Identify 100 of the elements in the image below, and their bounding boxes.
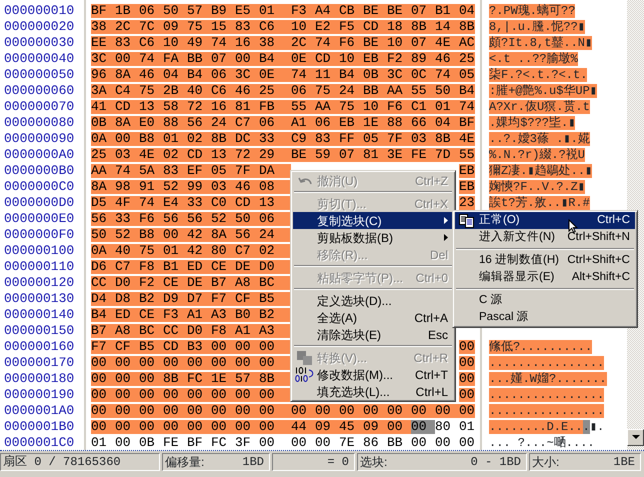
hex-byte: 8A xyxy=(115,116,139,130)
hex-byte: 81 xyxy=(235,100,259,114)
hex-byte: 00 xyxy=(139,356,163,370)
hex-byte: 58 xyxy=(163,100,187,114)
menu-item[interactable]: 定义选块(D)... xyxy=(293,292,453,309)
hex-byte: CF xyxy=(115,340,139,354)
hex-byte: B4 xyxy=(339,68,363,82)
hex-byte: 07 xyxy=(339,148,363,162)
hex-byte: 00 xyxy=(91,372,115,386)
hex-byte: 00 xyxy=(235,340,259,354)
menu-item[interactable]: 填充选块(L)... Ctrl+L xyxy=(293,383,453,400)
hex-byte: 55 xyxy=(459,148,475,162)
hex-byte: 00 xyxy=(363,404,387,418)
hex-byte: 74 xyxy=(459,100,475,114)
hex-byte: 7F xyxy=(235,164,259,178)
hex-byte: 24 xyxy=(259,228,291,242)
hex-byte: 00 xyxy=(235,388,259,402)
hex-byte: 8A xyxy=(211,228,235,242)
hex-byte: 00 xyxy=(459,388,475,402)
hex-byte: 40 xyxy=(187,84,211,98)
row-offset: 000000010 xyxy=(4,4,74,18)
menu-item[interactable]: 进入新文件(N) Ctrl+Shift+N xyxy=(455,229,635,246)
menu-item[interactable]: 全选(A) Ctrl+A xyxy=(293,309,453,326)
hex-byte: D0 xyxy=(115,276,139,290)
down-arrow-icon xyxy=(632,435,640,440)
hex-byte: 06 xyxy=(211,68,235,82)
hex-byte: 00 xyxy=(187,388,211,402)
hex-byte: E4 xyxy=(163,196,187,210)
row-offset: 0000000B0 xyxy=(4,164,74,178)
hex-byte: 06 xyxy=(259,116,291,130)
menu-item[interactable]: 复制选块(C) xyxy=(293,212,453,229)
hex-byte: 98 xyxy=(115,180,139,194)
row-offset: 000000040 xyxy=(4,52,74,66)
hex-byte: 00 xyxy=(387,420,411,434)
hex-byte: CC xyxy=(163,324,187,338)
binary-icon xyxy=(295,367,315,382)
hex-byte: BE xyxy=(363,4,387,18)
hex-byte: EB xyxy=(459,180,475,194)
hex-byte: 56 xyxy=(187,116,211,130)
scroll-down-button[interactable] xyxy=(627,429,644,446)
hex-byte: DE xyxy=(235,260,259,274)
row-offset: 0000000C0 xyxy=(4,180,74,194)
hex-byte: F2 xyxy=(387,52,411,66)
hex-byte: 7C xyxy=(139,20,163,34)
hex-byte: 0A xyxy=(91,244,115,258)
hex-byte: 10 xyxy=(363,100,387,114)
hex-byte: 00 xyxy=(459,404,475,418)
hex-byte: 13 xyxy=(211,148,235,162)
hex-byte: C6 xyxy=(211,84,235,98)
hex-byte: 83 xyxy=(163,164,187,178)
menu-item[interactable]: 清除选块(E) Esc xyxy=(293,326,453,343)
hex-byte: 07 xyxy=(411,36,435,50)
hex-byte: 75 xyxy=(139,244,163,258)
hex-byte: EE xyxy=(91,36,115,50)
hex-byte: 88 xyxy=(163,116,187,130)
hex-byte: EB xyxy=(339,116,363,130)
hex-byte: 00 xyxy=(315,436,332,450)
hex-byte: 02 xyxy=(259,244,291,258)
hex-byte: C4 xyxy=(115,84,139,98)
cursor-byte: 00 xyxy=(411,420,435,434)
menu-item[interactable]: 修改数据(M)... Ctrl+T xyxy=(293,366,453,383)
menu-item[interactable]: 16 进制数值(H) Ctrl+Shift+C xyxy=(455,252,635,269)
hex-byte: 00 xyxy=(115,388,139,402)
hex-byte: 00 xyxy=(163,404,187,418)
menu-item[interactable]: Pascal 源 xyxy=(455,309,635,326)
row-offset: 000000050 xyxy=(4,68,74,82)
hex-byte: F2 xyxy=(139,276,163,290)
hex-byte: 45 xyxy=(339,420,363,434)
menu-item[interactable]: 编辑器显示(E) Alt+Shift+C xyxy=(455,269,635,286)
hex-byte: 00 xyxy=(235,404,259,418)
hex-byte: A1 xyxy=(235,324,259,338)
hex-byte: AC xyxy=(459,36,475,50)
hex-byte: 06 xyxy=(291,84,315,98)
hex-byte: 74 xyxy=(211,36,235,50)
hex-byte: CD xyxy=(187,148,211,162)
hex-byte: 8B xyxy=(411,20,435,34)
hex-byte: 10 xyxy=(339,52,363,66)
hex-byte: AA xyxy=(387,84,411,98)
hex-byte: DC xyxy=(235,132,259,146)
hex-byte: 16 xyxy=(235,36,259,50)
hex-byte: 50 xyxy=(235,212,259,226)
hex-byte: C7 xyxy=(115,260,139,274)
hex-byte: 00 xyxy=(187,404,211,418)
hex-byte: 2C xyxy=(115,20,139,34)
hex-byte: 75 xyxy=(187,20,211,34)
hex-byte: B0 xyxy=(235,308,259,322)
menu-item[interactable]: C 源 xyxy=(455,292,635,309)
menu-item[interactable]: 剪贴板数据(B) xyxy=(293,229,453,246)
hex-byte: E2 xyxy=(315,20,339,34)
row-offset: 0000000F0 xyxy=(4,228,74,242)
hex-byte: CD xyxy=(235,196,259,210)
hex-byte: 07 xyxy=(211,52,235,66)
hex-byte: 24 xyxy=(339,84,363,98)
hex-byte: 74 xyxy=(315,36,339,50)
hex-byte: DE xyxy=(187,276,211,290)
hex-byte: 59 xyxy=(315,148,339,162)
hex-byte: 00 xyxy=(163,228,187,242)
hex-byte: 00 xyxy=(411,404,435,418)
menu-item[interactable]: 正常(O) Ctrl+C xyxy=(455,212,635,229)
hex-byte: B7 xyxy=(91,324,115,338)
